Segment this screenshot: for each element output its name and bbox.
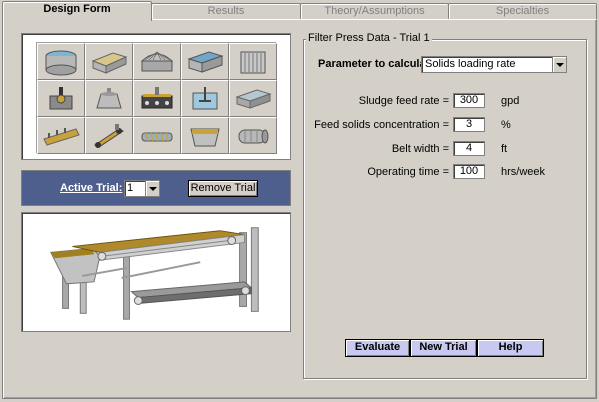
mixer-tank-icon[interactable] [181,80,229,117]
process-icon-grid [36,42,277,154]
operating-time-row: Operating time = 100 hrs/week [303,164,587,182]
field-unit: hrs/week [501,166,546,178]
group-title: Filter Press Data - Trial 1 [306,32,432,44]
field-label: Feed solids concentration = [314,119,449,131]
filter-press-data-group [303,39,587,379]
tab-theory-assumptions[interactable]: Theory/Assumptions [300,3,449,20]
process-icon-panel [21,33,291,160]
active-trial-label: Active Trial: [60,182,123,194]
belt-filter-press-icon[interactable] [85,117,133,154]
active-trial-bar: Active Trial: 1 Remove Trial [21,170,291,206]
field-label: Sludge feed rate = [358,95,449,107]
chevron-down-icon[interactable] [552,57,566,72]
circular-clarifier-icon[interactable] [37,43,85,80]
tab-specialties[interactable]: Specialties [448,3,597,20]
feed-solids-row: Feed solids concentration = 3 % [303,117,587,135]
centrifuge-icon[interactable] [85,80,133,117]
remove-trial-button[interactable]: Remove Trial [188,180,258,197]
sludge-feed-rate-row: Sludge feed rate = 300 gpd [303,93,587,111]
chevron-down-icon[interactable] [145,181,159,196]
belt-width-row: Belt width = 4 ft [303,141,587,159]
flotation-tank-icon[interactable] [181,43,229,80]
sludge-bin-icon[interactable] [181,117,229,154]
field-unit: ft [501,143,508,155]
help-button[interactable]: Help [477,339,544,357]
tab-design-form[interactable]: Design Form [2,1,152,21]
lagoon-icon[interactable] [37,117,85,154]
parameter-select[interactable]: Solids loading rate [421,56,567,73]
belt-thickener-icon[interactable] [133,80,181,117]
screw-press-icon[interactable] [133,117,181,154]
vertical-plate-icon[interactable] [229,43,277,80]
field-unit: gpd [501,95,520,107]
belt-width-input[interactable]: 4 [453,141,485,156]
active-trial-select[interactable]: 1 [124,180,160,197]
rotary-drum-filter-icon[interactable] [37,80,85,117]
dome-digester-icon[interactable] [133,43,181,80]
new-trial-button[interactable]: New Trial [410,339,477,357]
active-trial-value: 1 [127,182,134,194]
sludge-feed-rate-input[interactable]: 300 [453,93,485,108]
field-label: Belt width = [391,143,449,155]
rotary-dryer-icon[interactable] [229,117,277,154]
drying-bed-icon[interactable] [229,80,277,117]
evaluate-button[interactable]: Evaluate [345,339,410,357]
field-label: Operating time = [367,166,449,178]
parameter-value: Solids loading rate [425,58,516,70]
belt-filter-press-illustration [21,212,291,332]
tab-results[interactable]: Results [151,3,301,20]
feed-solids-input[interactable]: 3 [453,117,485,132]
operating-time-input[interactable]: 100 [453,164,485,179]
field-unit: % [501,119,511,131]
tab-bar: Design Form Results Theory/Assumptions S… [0,0,599,21]
rectangular-tank-icon[interactable] [85,43,133,80]
